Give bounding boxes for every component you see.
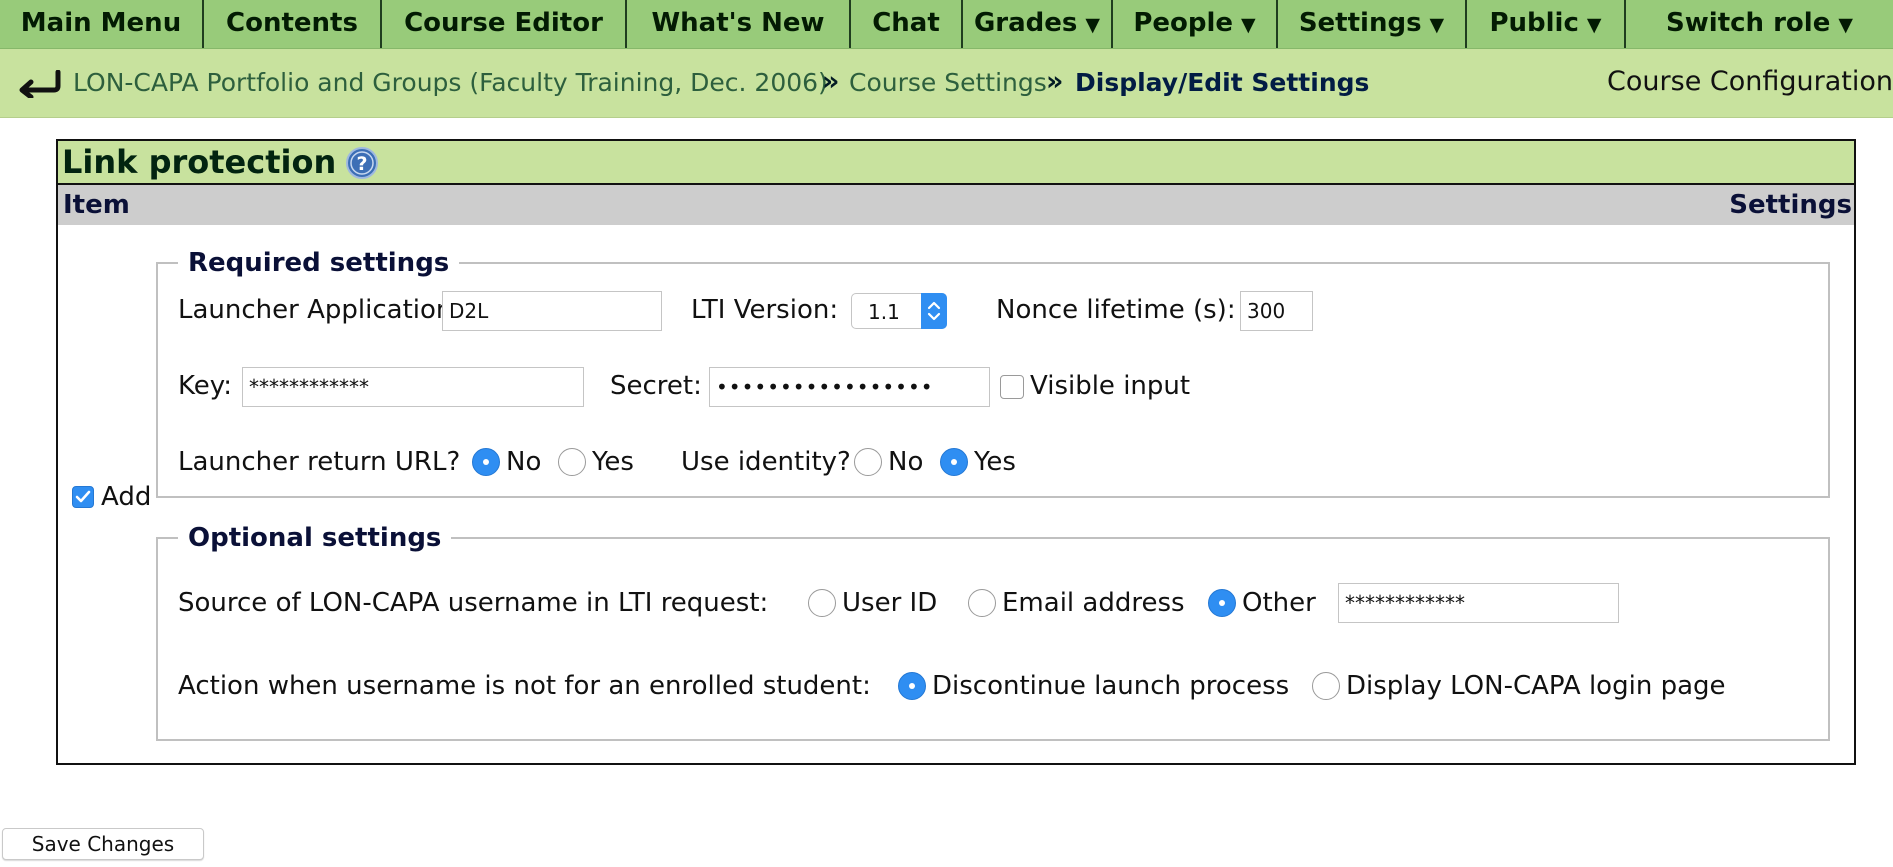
section-title: Link protection <box>62 143 337 181</box>
lti-version-label: LTI Version: <box>691 295 839 325</box>
use-identity-label: Use identity? <box>681 447 851 477</box>
nav-chat[interactable]: Chat <box>851 0 963 48</box>
source-userid-radio[interactable] <box>808 589 836 617</box>
checkmark-icon <box>75 490 91 503</box>
source-other-input[interactable]: ************ <box>1338 583 1619 623</box>
lti-version-value: 1.1 <box>868 300 900 324</box>
nav-label: Chat <box>872 8 940 38</box>
secret-input[interactable]: ••••••••••••••••• <box>709 367 990 407</box>
save-changes-button[interactable]: Save Changes <box>2 828 204 860</box>
nonce-lifetime-label: Nonce lifetime (s): <box>996 295 1236 325</box>
visible-input-checkbox[interactable] <box>1000 375 1024 399</box>
return-url-no-label: No <box>506 447 542 477</box>
section-header: Link protection ? <box>58 141 1854 185</box>
nav-switch-role[interactable]: Switch role ▼ <box>1626 0 1893 48</box>
secret-label: Secret: <box>610 371 702 401</box>
svg-text:?: ? <box>356 153 367 175</box>
nav-label: Course Editor <box>404 8 603 38</box>
return-url-no-radio[interactable] <box>472 448 500 476</box>
add-checkbox-wrap[interactable]: Add <box>72 481 151 513</box>
add-label: Add <box>101 482 152 512</box>
nav-label: People <box>1133 8 1234 38</box>
main-nav-bar: Main Menu Contents Course Editor What's … <box>0 0 1893 49</box>
select-stepper <box>921 293 947 329</box>
return-url-yes-label: Yes <box>592 447 634 477</box>
use-identity-yes-radio[interactable] <box>940 448 968 476</box>
chevron-down-icon: ▼ <box>1586 14 1602 36</box>
required-settings-legend: Required settings <box>178 246 460 280</box>
nav-label: Grades <box>973 8 1078 38</box>
key-input[interactable]: ************ <box>242 367 584 407</box>
use-identity-no-label: No <box>888 447 924 477</box>
use-identity-yes-label: Yes <box>974 447 1016 477</box>
nav-people[interactable]: People ▼ <box>1113 0 1278 48</box>
launcher-application-label: Launcher Application: <box>178 295 462 325</box>
help-icon[interactable]: ? <box>346 147 378 179</box>
column-header-item: Item <box>63 190 130 220</box>
action-display-login-label: Display LON-CAPA login page <box>1346 671 1726 701</box>
action-discontinue-radio[interactable] <box>898 672 926 700</box>
nav-label: What's New <box>651 8 825 38</box>
unenrolled-action-label: Action when username is not for an enrol… <box>178 671 871 701</box>
nav-contents[interactable]: Contents <box>204 0 382 48</box>
nav-label: Contents <box>226 8 358 38</box>
nav-label: Main Menu <box>20 8 182 38</box>
breadcrumb-separator: » <box>1046 66 1064 97</box>
column-header-settings: Settings <box>1729 190 1852 220</box>
nav-label: Public <box>1489 8 1579 38</box>
chevron-down-icon: ▼ <box>1085 14 1101 36</box>
breadcrumb: LON-CAPA Portfolio and Groups (Faculty T… <box>0 49 1893 118</box>
course-configuration-label: Course Configuration <box>1607 66 1893 97</box>
source-other-label: Other <box>1242 588 1316 618</box>
visible-input-label: Visible input <box>1030 371 1191 401</box>
optional-settings-legend: Optional settings <box>178 521 452 555</box>
username-source-label: Source of LON-CAPA username in LTI reque… <box>178 588 769 618</box>
nav-label: Switch role <box>1666 8 1831 38</box>
nav-main-menu[interactable]: Main Menu <box>0 0 204 48</box>
key-label: Key: <box>178 371 233 401</box>
return-url-yes-radio[interactable] <box>558 448 586 476</box>
chevron-down-icon: ▼ <box>1429 14 1445 36</box>
launcher-application-input[interactable]: D2L <box>442 291 662 331</box>
nav-public[interactable]: Public ▼ <box>1467 0 1626 48</box>
launcher-return-url-label: Launcher return URL? <box>178 447 461 477</box>
nonce-lifetime-input[interactable]: 300 <box>1240 291 1313 331</box>
source-email-label: Email address <box>1002 588 1185 618</box>
source-userid-label: User ID <box>842 588 938 618</box>
nav-grades[interactable]: Grades ▼ <box>963 0 1113 48</box>
required-settings-fieldset: Required settings Launcher Application: … <box>156 246 1830 498</box>
breadcrumb-course-link[interactable]: LON-CAPA Portfolio and Groups (Faculty T… <box>73 49 828 117</box>
source-other-radio[interactable] <box>1208 589 1236 617</box>
action-discontinue-label: Discontinue launch process <box>932 671 1290 701</box>
nav-label: Settings <box>1298 8 1422 38</box>
breadcrumb-separator: » <box>822 66 840 97</box>
nav-whats-new[interactable]: What's New <box>627 0 851 48</box>
nav-course-editor[interactable]: Course Editor <box>382 0 627 48</box>
optional-settings-fieldset: Optional settings Source of LON-CAPA use… <box>156 521 1830 741</box>
source-email-radio[interactable] <box>968 589 996 617</box>
use-identity-no-radio[interactable] <box>854 448 882 476</box>
lti-version-select[interactable]: 1.1 <box>851 293 947 329</box>
chevron-up-down-icon <box>927 301 941 321</box>
nav-settings[interactable]: Settings ▼ <box>1278 0 1467 48</box>
link-protection-panel: Link protection ? Item Settings Add Requ… <box>56 139 1856 765</box>
add-checkbox[interactable] <box>72 486 94 508</box>
action-display-login-radio[interactable] <box>1312 672 1340 700</box>
column-header-row: Item Settings <box>58 185 1854 225</box>
back-arrow-icon[interactable] <box>18 70 62 98</box>
breadcrumb-settings-link[interactable]: Course Settings <box>849 49 1047 117</box>
chevron-down-icon: ▼ <box>1241 14 1256 36</box>
chevron-down-icon: ▼ <box>1838 14 1853 36</box>
breadcrumb-current: Display/Edit Settings <box>1075 68 1370 97</box>
